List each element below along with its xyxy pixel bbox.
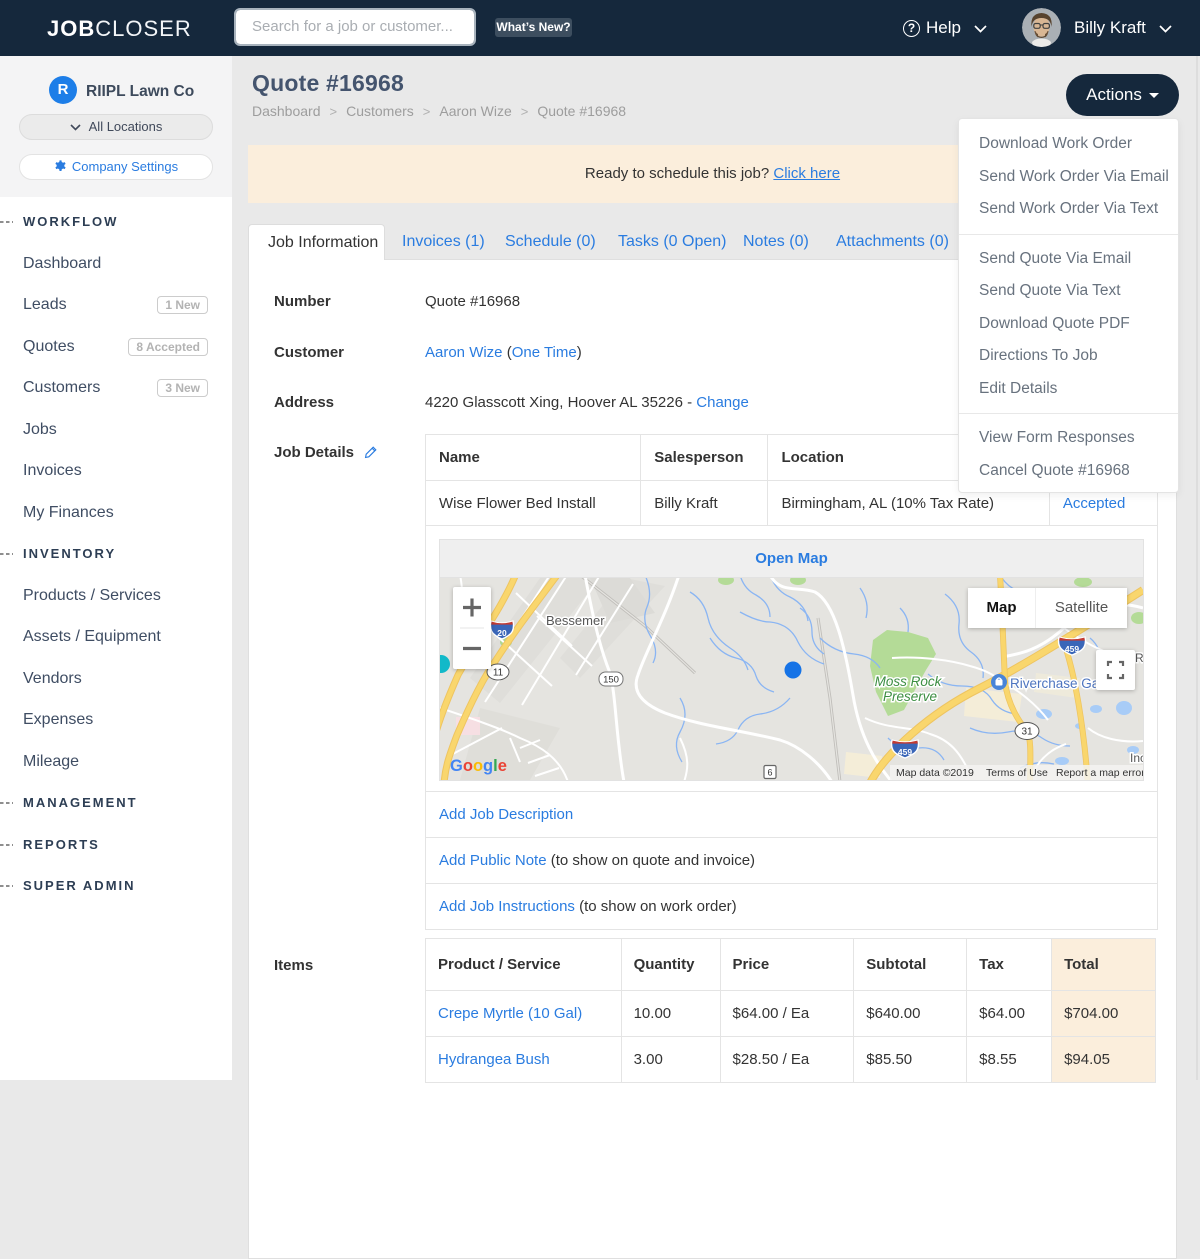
svg-text:Bessemer: Bessemer xyxy=(546,613,605,628)
svg-text:Google: Google xyxy=(450,757,507,775)
svg-text:Preserve: Preserve xyxy=(883,689,937,704)
svg-text:6: 6 xyxy=(767,768,772,778)
svg-text:31: 31 xyxy=(1021,727,1033,738)
svg-text:Terms of Use: Terms of Use xyxy=(986,767,1048,779)
svg-text:Map data ©2019: Map data ©2019 xyxy=(896,767,974,779)
svg-text:Moss Rock: Moss Rock xyxy=(875,674,943,689)
svg-text:459: 459 xyxy=(1065,644,1079,654)
svg-text:20: 20 xyxy=(497,628,507,638)
svg-text:Inc: Inc xyxy=(1130,751,1143,765)
svg-text:150: 150 xyxy=(603,675,619,686)
svg-text:459: 459 xyxy=(898,747,912,757)
svg-text:11: 11 xyxy=(493,668,504,679)
svg-text:Ric: Ric xyxy=(1135,651,1143,665)
svg-text:Report a map error: Report a map error xyxy=(1056,767,1143,779)
svg-text:Riverchase Gal: Riverchase Gal xyxy=(1010,676,1102,691)
